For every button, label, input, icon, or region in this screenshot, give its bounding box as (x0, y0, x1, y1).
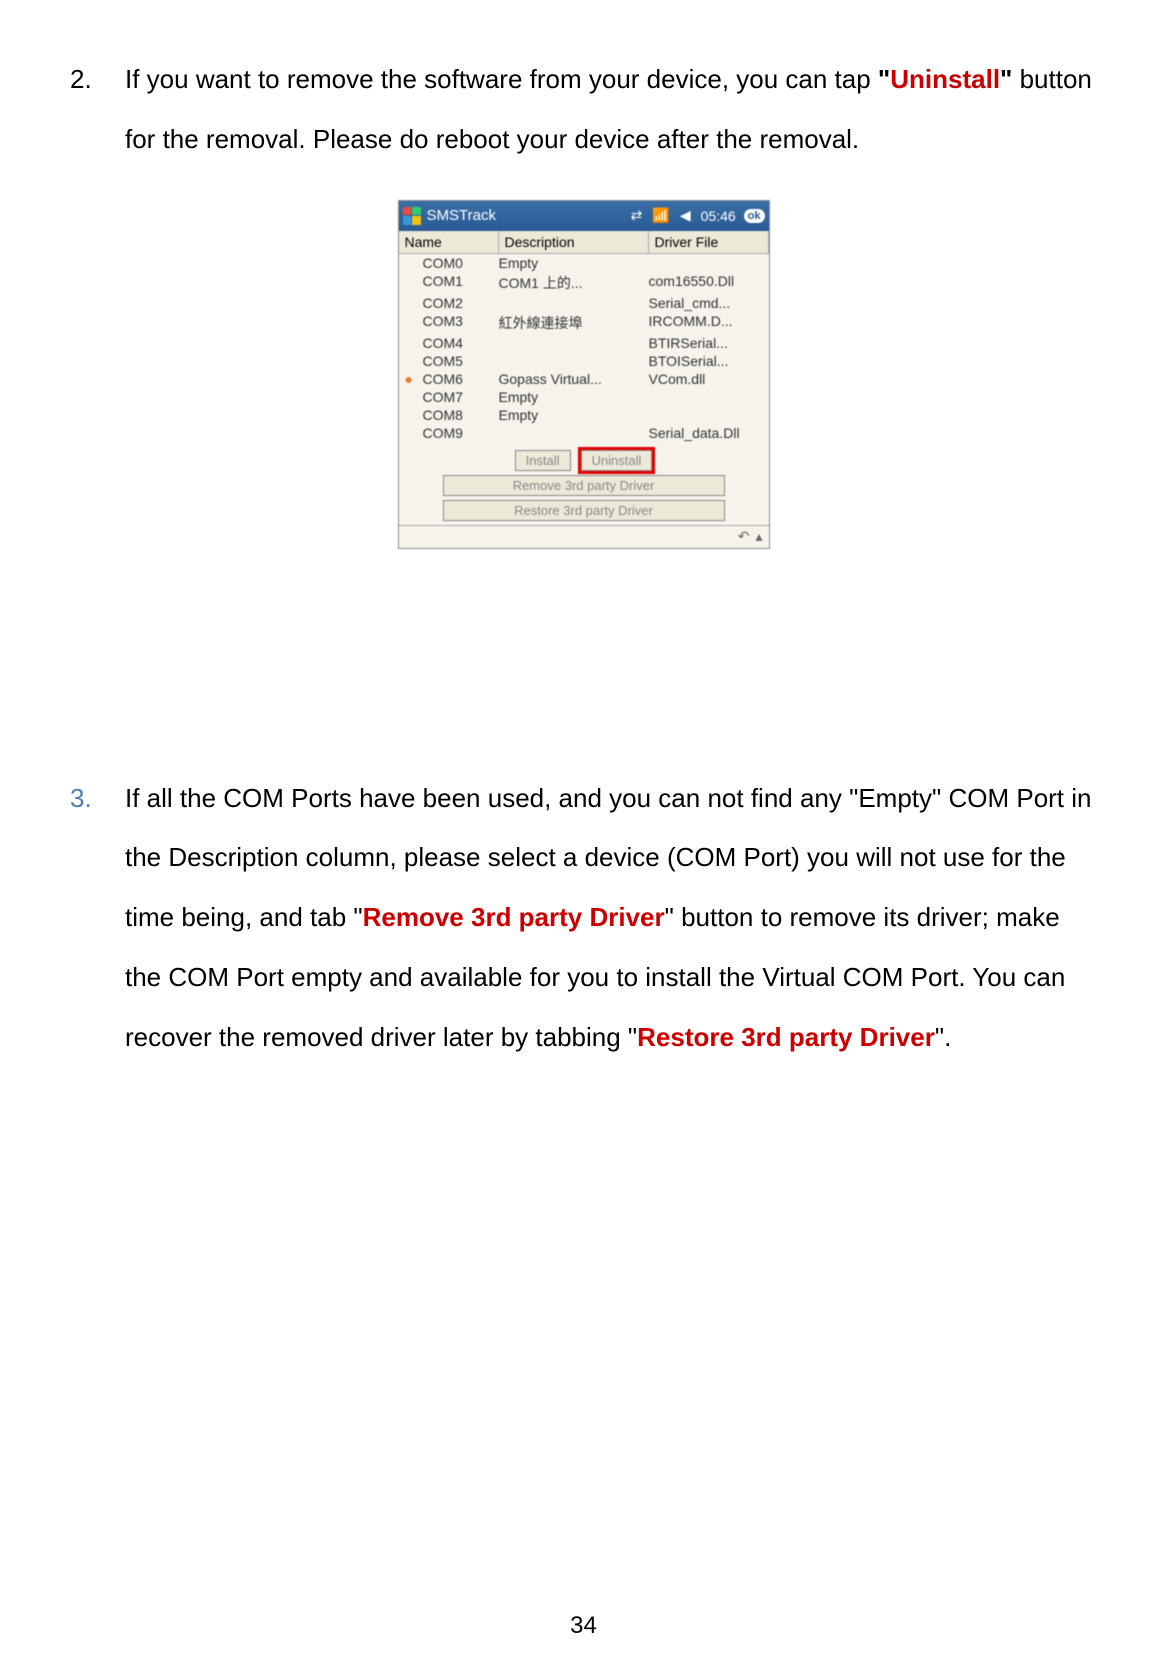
undo-icon[interactable]: ↶ (738, 528, 750, 545)
cell-desc: Empty (499, 255, 649, 271)
cell-name: COM8 (399, 407, 499, 423)
item2-pre: If you want to remove the software from … (125, 64, 878, 94)
list-body-3: If all the COM Ports have been used, and… (125, 769, 1097, 1068)
cell-name: COM7 (399, 389, 499, 405)
item3-highlight-1: Remove 3rd party Driver (363, 902, 665, 932)
table-row[interactable]: COM2 Serial_cmd... (399, 294, 769, 312)
cell-name: COM0 (399, 255, 499, 271)
cell-driver: VCom.dll (649, 371, 769, 387)
table-row[interactable]: COM4 BTIRSerial... (399, 334, 769, 352)
cell-desc (499, 335, 649, 351)
cell-name: COM4 (399, 335, 499, 351)
sip-bar: ↶ ▴ (399, 525, 769, 548)
remove-3rd-party-button[interactable]: Remove 3rd party Driver (443, 475, 725, 496)
uninstall-button[interactable]: Uninstall (581, 450, 653, 471)
windows-logo-icon (403, 207, 421, 225)
cell-name: COM2 (399, 295, 499, 311)
cell-driver: Serial_data.Dll (649, 425, 769, 441)
table-row[interactable]: COM8Empty (399, 406, 769, 424)
sync-icon: ⇄ (631, 207, 643, 224)
install-button[interactable]: Install (515, 450, 571, 471)
smstrack-screenshot: SMSTrack ⇄ 📶 ◀ 05:46 ok Name Description… (398, 200, 770, 549)
item2-highlight: Uninstall (890, 64, 1000, 94)
clock-text: 05:46 (701, 208, 736, 224)
signal-icon: 📶 (652, 207, 669, 224)
header-driver[interactable]: Driver File (649, 231, 769, 253)
cell-desc (499, 425, 649, 441)
cell-desc: Empty (499, 407, 649, 423)
item3-highlight-2: Restore 3rd party Driver (637, 1022, 935, 1052)
restore-3rd-party-button[interactable]: Restore 3rd party Driver (443, 500, 725, 521)
item2-quote-close: " (1000, 64, 1012, 94)
table-row[interactable]: COM3紅外線連接埠IRCOMM.D... (399, 312, 769, 334)
list-item-3: 3. If all the COM Ports have been used, … (70, 769, 1097, 1068)
cell-driver (649, 255, 769, 271)
cell-name: COM1 (399, 273, 499, 293)
list-body-2: If you want to remove the software from … (125, 50, 1097, 170)
table-row[interactable]: COM1COM1 上的...com16550.Dll (399, 272, 769, 294)
cell-driver: Serial_cmd... (649, 295, 769, 311)
port-rows: COM0Empty COM1COM1 上的...com16550.Dll COM… (399, 254, 769, 442)
title-bar: SMSTrack ⇄ 📶 ◀ 05:46 ok (399, 201, 769, 231)
cell-name: COM6 (399, 371, 499, 387)
ok-button[interactable]: ok (744, 209, 765, 223)
cell-driver (649, 407, 769, 423)
header-description[interactable]: Description (499, 231, 649, 253)
window-title: SMSTrack (427, 207, 623, 224)
list-number-3: 3. (70, 769, 125, 829)
sip-up-icon[interactable]: ▴ (755, 528, 762, 545)
table-row[interactable]: COM7Empty (399, 388, 769, 406)
header-name[interactable]: Name (399, 231, 499, 253)
cell-driver (649, 389, 769, 405)
cell-desc (499, 295, 649, 311)
cell-driver: IRCOMM.D... (649, 313, 769, 333)
cell-desc (499, 353, 649, 369)
cell-name: COM5 (399, 353, 499, 369)
table-row[interactable]: COM9 Serial_data.Dll (399, 424, 769, 442)
table-row[interactable]: COM0Empty (399, 254, 769, 272)
item3-part-c: ". (935, 1022, 951, 1052)
cell-driver: BTOISerial... (649, 353, 769, 369)
volume-icon: ◀ (680, 207, 691, 224)
item2-quote-open: " (878, 64, 890, 94)
cell-name: COM9 (399, 425, 499, 441)
cell-desc: 紅外線連接埠 (499, 313, 649, 333)
column-headers: Name Description Driver File (399, 231, 769, 254)
cell-desc: Gopass Virtual... (499, 371, 649, 387)
cell-desc: Empty (499, 389, 649, 405)
cell-desc: COM1 上的... (499, 273, 649, 293)
cell-driver: BTIRSerial... (649, 335, 769, 351)
list-item-2: 2. If you want to remove the software fr… (70, 50, 1097, 170)
list-number-2: 2. (70, 50, 125, 110)
page-number: 34 (0, 1612, 1167, 1640)
cell-driver: com16550.Dll (649, 273, 769, 293)
table-row[interactable]: COM6Gopass Virtual...VCom.dll (399, 370, 769, 388)
table-row[interactable]: COM5 BTOISerial... (399, 352, 769, 370)
cell-name: COM3 (399, 313, 499, 333)
